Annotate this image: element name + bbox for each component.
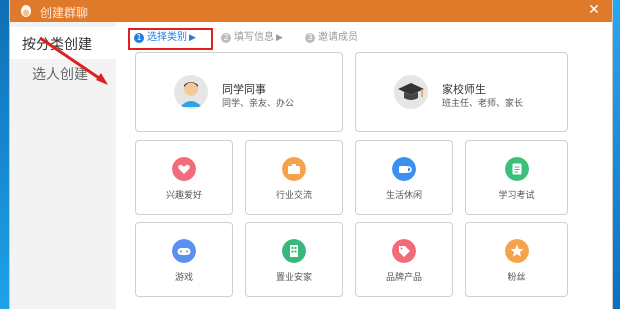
category-card-fans[interactable]: 粉丝 — [465, 222, 568, 297]
card-label: 学习考试 — [498, 191, 535, 201]
sidebar-item-label: 按分类创建 — [22, 37, 92, 53]
sidebar-item-select-people-create[interactable]: 选人创建 — [10, 62, 116, 94]
card-label: 生活休闲 — [385, 191, 422, 201]
card-subtitle: 同学、亲友、办公 — [222, 99, 295, 109]
category-card-classmates-colleagues[interactable]: 同学同事 同学、亲友、办公 — [135, 52, 343, 132]
step-1: 1 选择类别 ▶ — [134, 28, 196, 43]
briefcase-icon — [282, 157, 306, 181]
category-card-games[interactable]: 游戏 — [135, 222, 233, 297]
step-indicator: 1 选择类别 ▶ 2 填写信息 ▶ 3 邀请成员 — [116, 24, 612, 50]
step-label: 填写信息 — [234, 32, 274, 43]
gamepad-icon — [172, 239, 196, 263]
heart-icon — [172, 157, 196, 181]
step-label: 选择类别 — [147, 32, 187, 43]
step-number: 3 — [305, 33, 315, 43]
card-label: 粉丝 — [507, 273, 526, 283]
sidebar-item-label: 选人创建 — [32, 67, 88, 83]
step-label: 邀请成员 — [318, 32, 358, 43]
category-card-leisure[interactable]: 生活休闲 — [355, 140, 453, 215]
card-label: 品牌产品 — [385, 273, 422, 283]
create-group-window: 创建群聊 ✕ 按分类创建 选人创建 1 选择类别 ▶ 2 填写信息 ▶ 3 邀请成员 — [9, 0, 613, 309]
graduation-cap-icon — [394, 75, 428, 109]
card-label: 置业安家 — [275, 273, 312, 283]
coffee-cup-icon — [392, 157, 416, 181]
building-icon — [282, 239, 306, 263]
chevron-right-icon: ▶ — [276, 33, 283, 43]
sidebar: 按分类创建 选人创建 — [10, 22, 116, 309]
step-3: 3 邀请成员 — [305, 28, 358, 43]
student-avatar-icon — [174, 75, 208, 109]
category-card-study[interactable]: 学习考试 — [465, 140, 568, 215]
tag-icon — [392, 239, 416, 263]
card-title: 同学同事 — [222, 83, 266, 96]
close-icon[interactable]: ✕ — [586, 2, 602, 18]
qq-penguin-icon — [21, 5, 31, 17]
category-card-hobbies[interactable]: 兴趣爱好 — [135, 140, 233, 215]
notebook-icon — [504, 157, 529, 181]
card-title: 家校师生 — [442, 83, 486, 96]
card-subtitle: 班主任、老师、家长 — [442, 99, 524, 109]
card-label: 行业交流 — [275, 191, 312, 201]
step-number: 2 — [221, 33, 231, 43]
card-label: 兴趣爱好 — [165, 191, 202, 201]
window-title: 创建群聊 — [40, 6, 89, 20]
chevron-right-icon: ▶ — [189, 33, 196, 43]
main-content: 1 选择类别 ▶ 2 填写信息 ▶ 3 邀请成员 同学同事 同学、亲友、办公 家… — [116, 22, 612, 309]
title-bar: 创建群聊 ✕ — [10, 0, 612, 22]
category-card-industry[interactable]: 行业交流 — [245, 140, 343, 215]
star-icon — [504, 239, 529, 263]
category-card-school-family[interactable]: 家校师生 班主任、老师、家长 — [355, 52, 568, 132]
step-2: 2 填写信息 ▶ — [221, 28, 283, 43]
category-card-brands[interactable]: 品牌产品 — [355, 222, 453, 297]
card-label: 游戏 — [174, 273, 193, 283]
step-number: 1 — [134, 33, 144, 43]
category-card-real-estate[interactable]: 置业安家 — [245, 222, 343, 297]
sidebar-item-category-create[interactable]: 按分类创建 — [10, 27, 116, 59]
